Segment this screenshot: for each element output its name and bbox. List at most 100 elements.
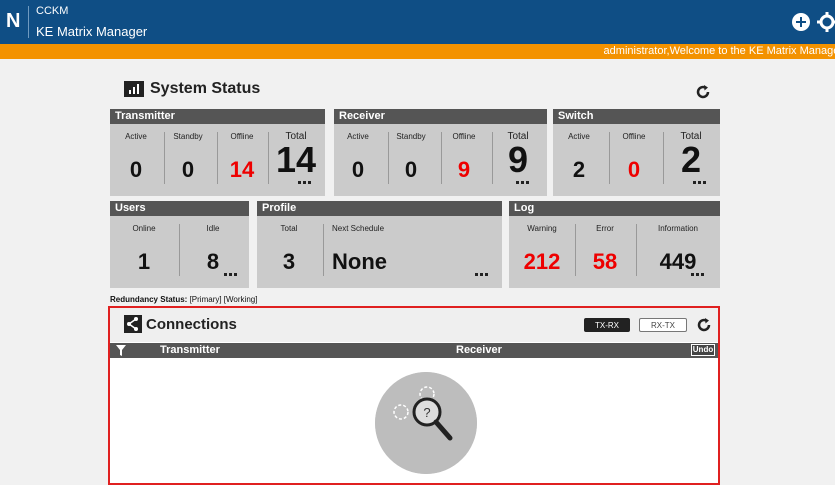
warning-label: Warning [527, 224, 557, 233]
divider [492, 132, 493, 184]
receiver-standby: Standby 0 [392, 132, 430, 183]
divider [441, 132, 442, 184]
welcome-bar: administrator,Welcome to the KE Matrix M… [0, 44, 835, 59]
receiver-title: Receiver [334, 109, 547, 124]
profile-card: Profile Total 3 Next Schedule None [257, 201, 502, 288]
profile-title: Profile [257, 201, 502, 216]
more-button[interactable] [224, 273, 238, 276]
filter-icon[interactable] [116, 345, 126, 356]
transmitter-title: Transmitter [110, 109, 325, 124]
column-receiver: Receiver [456, 344, 502, 356]
transmitter-total: Total 14 [272, 131, 320, 180]
transmitter-card: Transmitter Active 0 Standby 0 Offline 1… [110, 109, 325, 196]
total-label: Total [280, 224, 298, 233]
share-icon [124, 315, 142, 333]
profile-next-schedule: Next Schedule None [332, 224, 452, 275]
switch-active: Active 2 [559, 132, 599, 183]
online-value: 1 [137, 249, 151, 274]
system-status-title: System Status [124, 80, 260, 98]
active-value: 2 [572, 157, 586, 182]
idle-label: Idle [206, 224, 220, 233]
information-label: Information [657, 224, 699, 233]
connections-header: Connections TX-RX RX-TX [110, 308, 718, 342]
switch-card: Switch Active 2 Offline 0 Total 2 [553, 109, 720, 196]
log-title: Log [509, 201, 720, 216]
divider [217, 132, 218, 184]
offline-label: Offline [230, 132, 254, 141]
header-divider [28, 6, 29, 38]
switch-total: Total 2 [667, 131, 715, 180]
refresh-icon[interactable] [696, 317, 712, 333]
total-value: 3 [282, 249, 296, 274]
active-label: Active [125, 132, 147, 141]
log-error: Error 58 [579, 224, 631, 275]
receiver-active: Active 0 [340, 132, 376, 183]
divider [164, 132, 165, 184]
users-online: Online 1 [116, 224, 172, 275]
information-value: 449 [659, 249, 697, 274]
offline-value: 9 [457, 157, 471, 182]
connections-panel: Connections TX-RX RX-TX Transmitter Rece… [108, 306, 720, 485]
column-transmitter: Transmitter [160, 344, 220, 356]
offline-value: 0 [627, 157, 641, 182]
divider [268, 132, 269, 184]
total-value: 14 [275, 139, 317, 180]
log-information: Information 449 [640, 224, 716, 275]
offline-label: Offline [622, 132, 646, 141]
search-question-icon: ? [375, 372, 477, 474]
total-value: 2 [680, 139, 702, 180]
divider [663, 132, 664, 184]
top-bar: N CCKM KE Matrix Manager [0, 0, 835, 44]
users-idle: Idle 8 [184, 224, 242, 275]
receiver-offline: Offline 9 [444, 132, 484, 183]
online-label: Online [132, 224, 156, 233]
divider [388, 132, 389, 184]
active-value: 0 [351, 157, 365, 182]
total-value: 9 [507, 139, 529, 180]
more-button[interactable] [693, 181, 707, 184]
error-label: Error [596, 224, 614, 233]
next-schedule-value: None [332, 249, 387, 274]
tx-rx-button[interactable]: TX-RX [584, 318, 630, 332]
standby-label: Standby [396, 132, 426, 141]
connections-table-header: Transmitter Receiver Undo [110, 343, 718, 358]
warning-value: 212 [523, 249, 561, 274]
more-button[interactable] [516, 181, 530, 184]
rx-tx-button[interactable]: RX-TX [639, 318, 687, 332]
app-subtitle: KE Matrix Manager [36, 24, 148, 39]
idle-value: 8 [206, 249, 220, 274]
page: N CCKM KE Matrix Manager administrator,W… [0, 0, 835, 485]
redundancy-label: Redundancy Status: [110, 295, 188, 304]
users-title: Users [110, 201, 249, 216]
divider [575, 224, 576, 276]
transmitter-standby: Standby 0 [170, 132, 206, 183]
divider [636, 224, 637, 276]
more-button[interactable] [691, 273, 705, 276]
transmitter-active: Active 0 [118, 132, 154, 183]
offline-label: Offline [452, 132, 476, 141]
divider [323, 224, 324, 276]
bar-chart-icon [124, 81, 144, 97]
undo-button[interactable]: Undo [691, 344, 715, 356]
divider [179, 224, 180, 276]
refresh-icon[interactable] [695, 84, 711, 100]
active-value: 0 [129, 157, 143, 182]
connections-label: Connections [146, 315, 237, 333]
welcome-text: administrator,Welcome to the KE Matrix M… [603, 45, 835, 57]
log-card: Log Warning 212 Error 58 Information 449 [509, 201, 720, 288]
system-status-label: System Status [150, 80, 261, 97]
active-label: Active [347, 132, 369, 141]
standby-value: 0 [181, 157, 195, 182]
switch-title: Switch [553, 109, 720, 124]
more-button[interactable] [475, 273, 489, 276]
add-icon[interactable] [792, 13, 810, 31]
more-button[interactable] [298, 181, 312, 184]
connections-title: Connections [124, 315, 237, 333]
log-warning: Warning 212 [513, 224, 571, 275]
profile-total: Total 3 [261, 224, 317, 275]
gear-icon[interactable] [816, 11, 835, 33]
logo: N [6, 10, 21, 32]
receiver-total: Total 9 [496, 131, 540, 180]
standby-value: 0 [404, 157, 418, 182]
offline-value: 14 [229, 157, 255, 182]
